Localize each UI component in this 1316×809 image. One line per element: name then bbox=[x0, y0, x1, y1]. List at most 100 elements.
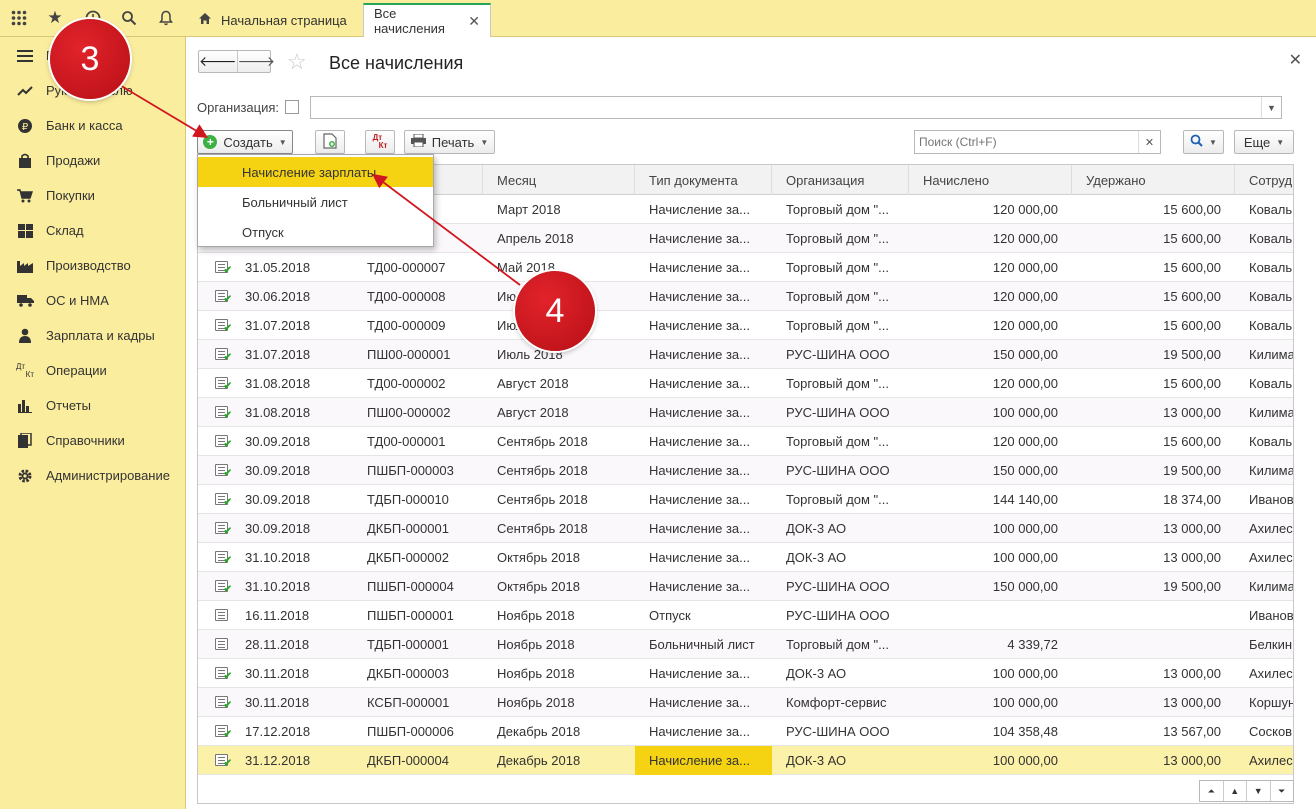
table-cell-withheld: 19 500,00 bbox=[1163, 347, 1221, 362]
table-cell-type: Начисление за... bbox=[649, 666, 750, 681]
table-cell-withheld: 15 600,00 bbox=[1163, 231, 1221, 246]
table-cell-employee: Коршун bbox=[1249, 695, 1294, 710]
organization-field[interactable]: ▼ bbox=[310, 96, 1282, 119]
header-cell-accrued[interactable]: Начислено bbox=[909, 165, 1072, 195]
forward-arrow-icon[interactable]: 🡒 bbox=[238, 51, 276, 72]
table-row[interactable]: 16.11.2018 ПШБП-000001 Ноябрь 2018 Отпуск РУ… bbox=[198, 601, 1293, 630]
sidebar-item-administration[interactable]: Администрирование bbox=[0, 458, 186, 493]
print-button[interactable]: Печать ▼ bbox=[404, 130, 495, 154]
page-up-icon[interactable]: ▲ bbox=[1224, 781, 1247, 801]
table-cell-employee: Сосков bbox=[1249, 724, 1293, 739]
table-row[interactable]: ✔ 30.09.2018 ТДБП-000010 Сентябрь 2018 Начис… bbox=[198, 485, 1294, 514]
table-cell-number: ТДБП-000001 bbox=[367, 637, 449, 652]
table-row[interactable]: ✔ 30.11.2018 ДКБП-000003 Ноябрь 2018 Начисле… bbox=[198, 659, 1293, 688]
page-down-icon[interactable]: ▼ bbox=[1247, 781, 1271, 801]
menu-item-salary-accrual[interactable]: Начисление зарплаты bbox=[198, 157, 433, 187]
sidebar-item-label: Производство bbox=[46, 258, 131, 273]
close-tab-icon[interactable]: ✕ bbox=[468, 13, 480, 30]
table-cell-number: ДКБП-000001 bbox=[367, 521, 449, 536]
table-cell-withheld: 18 374,00 bbox=[1163, 492, 1221, 507]
chevron-down-icon[interactable]: ▼ bbox=[1261, 97, 1281, 118]
table-cell-withheld: 15 600,00 bbox=[1163, 289, 1221, 304]
table-cell-employee: Коваль bbox=[1249, 376, 1293, 391]
favorites-star-icon[interactable]: ★ bbox=[42, 6, 68, 30]
sidebar-item-reports[interactable]: Отчеты bbox=[0, 388, 186, 423]
search-input[interactable] bbox=[919, 132, 1139, 152]
add-to-favorites-star-icon[interactable]: ☆ bbox=[287, 49, 307, 75]
table-cell-number: ТДБП-000010 bbox=[367, 492, 449, 507]
table-cell-employee: Ахилес bbox=[1249, 666, 1293, 681]
menu-item-vacation[interactable]: Отпуск bbox=[198, 217, 433, 247]
step-4-badge: 4 bbox=[515, 271, 595, 351]
table-cell-month: Октябрь 2018 bbox=[497, 579, 580, 594]
sidebar-item-operations[interactable]: Дт Кт Операции bbox=[0, 353, 186, 388]
journal-entries-button[interactable]: Дт Кт bbox=[365, 130, 395, 154]
search-options-button[interactable]: ▼ bbox=[1183, 130, 1224, 154]
table-row[interactable]: ✔31.07.2018ТД00-000009Июль 2018Начислени… bbox=[198, 311, 1293, 340]
accruals-table: Месяц Тип документа Организация Начислен… bbox=[197, 164, 1294, 804]
ruble-coin-icon: ₽ bbox=[16, 117, 34, 135]
sidebar-item-purchases[interactable]: Покупки bbox=[0, 178, 186, 213]
organization-filter-checkbox[interactable] bbox=[285, 100, 299, 114]
header-cell-month[interactable]: Месяц bbox=[483, 165, 635, 195]
menu-item-sick-leave[interactable]: Больничный лист bbox=[198, 187, 433, 217]
table-row[interactable]: 28.11.2018 ТДБП-000001 Ноябрь 2018 Больничн… bbox=[198, 630, 1293, 659]
create-button[interactable]: + Создать ▼ bbox=[197, 130, 293, 154]
sidebar-item-warehouse[interactable]: Склад bbox=[0, 213, 186, 248]
table-cell-type: Начисление за... bbox=[649, 347, 750, 362]
table-row[interactable]: ✔ 31.05.2018 ТД00-000007 Май 2018 Начисление… bbox=[198, 253, 1293, 282]
table-cell-month: Октябрь 2018 bbox=[497, 550, 580, 565]
sidebar-item-fixed-assets[interactable]: ОС и НМА bbox=[0, 283, 186, 318]
table-row[interactable]: ✔ 31.10.2018 ПШБП-000004 Октябрь 2018 Начисл… bbox=[198, 572, 1293, 601]
search-icon[interactable] bbox=[116, 6, 142, 30]
table-row[interactable]: ✔ 30.11.2018 КСБП-000001 Ноябрь 2018 Начисле… bbox=[198, 688, 1294, 717]
table-row[interactable]: ✔30.06.2018ТД00-000008Июнь 2018Начислени… bbox=[198, 282, 1293, 311]
table-cell-accrued: 120 000,00 bbox=[992, 434, 1058, 449]
table-cell-date: 31.08.2018 bbox=[245, 376, 311, 391]
sidebar-item-salary-hr[interactable]: Зарплата и кадры bbox=[0, 318, 186, 353]
sidebar-item-production[interactable]: Производство bbox=[0, 248, 186, 283]
table-cell-month: Сентябрь 2018 bbox=[497, 492, 588, 507]
copy-document-icon bbox=[323, 132, 337, 152]
table-cell-withheld: 13 567,00 bbox=[1163, 724, 1221, 739]
more-button[interactable]: Еще ▼ bbox=[1234, 130, 1294, 154]
table-cell-month: Сентябрь 2018 bbox=[497, 521, 588, 536]
sidebar-item-bank[interactable]: ₽ Банк и касса bbox=[0, 108, 186, 143]
table-row[interactable]: ✔ 31.10.2018 ДКБП-000002 Октябрь 2018 Начисл… bbox=[198, 543, 1293, 572]
table-cell-employee: Коваль bbox=[1249, 289, 1293, 304]
header-cell-doc-type[interactable]: Тип документа bbox=[635, 165, 772, 195]
table-row[interactable]: ✔ 30.09.2018 ПШБП-000003 Сентябрь 2018 Начис… bbox=[198, 456, 1293, 485]
tab-all-accruals[interactable]: Все начисления ✕ bbox=[363, 3, 491, 37]
table-row[interactable]: ✔ 30.09.2018 ДКБП-000001 Сентябрь 2018 Начис… bbox=[198, 514, 1293, 543]
go-to-last-icon[interactable]: ⏷ bbox=[1271, 781, 1294, 801]
table-cell-date: 31.10.2018 bbox=[245, 550, 311, 565]
table-cell-employee: Иванов bbox=[1249, 492, 1294, 507]
sidebar-item-label: Покупки bbox=[46, 188, 95, 203]
header-cell-withheld[interactable]: Удержано bbox=[1072, 165, 1235, 195]
notifications-bell-icon[interactable] bbox=[153, 6, 179, 30]
table-cell-withheld: 15 600,00 bbox=[1163, 434, 1221, 449]
table-row[interactable]: ✔ 31.12.2018 ДКБП-000004 Декабрь 2018 Начисл… bbox=[198, 746, 1293, 775]
clear-search-icon[interactable]: ✕ bbox=[1138, 131, 1160, 153]
header-cell-organization[interactable]: Организация bbox=[772, 165, 909, 195]
close-form-icon[interactable]: ✕ bbox=[1289, 50, 1302, 70]
sidebar-item-directories[interactable]: Справочники bbox=[0, 423, 186, 458]
table-row[interactable]: ✔ 31.08.2018 ТД00-000002 Август 2018 Начисле… bbox=[198, 369, 1293, 398]
step-3-badge: 3 bbox=[50, 19, 130, 99]
go-to-first-icon[interactable]: ⏶ bbox=[1200, 781, 1224, 801]
table-cell-date: 17.12.2018 bbox=[245, 724, 311, 739]
search-field[interactable]: ✕ bbox=[914, 130, 1161, 154]
apps-grid-icon[interactable] bbox=[6, 6, 32, 30]
table-row[interactable]: ✔ 30.09.2018 ТД00-000001 Сентябрь 2018 Начис… bbox=[198, 427, 1293, 456]
table-row[interactable]: ✔ 31.08.2018 ПШ00-000002 Август 2018 Начисле… bbox=[198, 398, 1293, 427]
back-arrow-icon[interactable]: 🡐 bbox=[199, 51, 238, 72]
table-row[interactable]: ✔ 31.07.2018 ПШ00-000001 Июль 2018 Начислени… bbox=[198, 340, 1293, 369]
table-cell-org: ДОК-3 АО bbox=[786, 753, 847, 768]
tab-home[interactable]: Начальная страница bbox=[188, 3, 358, 37]
sidebar-item-sales[interactable]: Продажи bbox=[0, 143, 186, 178]
header-cell-employee[interactable]: Сотруд bbox=[1235, 165, 1293, 195]
table-row[interactable]: ✔ 17.12.2018 ПШБП-000006 Декабрь 2018 Начисл… bbox=[198, 717, 1293, 746]
truck-icon bbox=[16, 292, 34, 310]
shopping-cart-icon bbox=[16, 187, 34, 205]
copy-document-button[interactable] bbox=[315, 130, 345, 154]
